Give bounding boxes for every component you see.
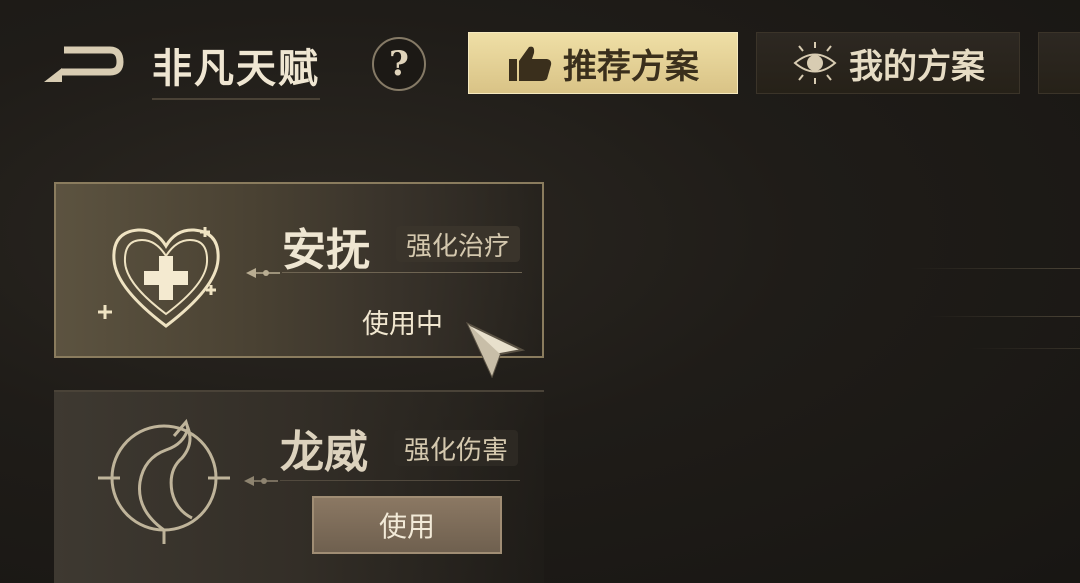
talent-name: 龙威 (280, 427, 368, 478)
divider (282, 272, 522, 273)
dragon-icon (98, 418, 230, 544)
cursor-icon (465, 321, 526, 378)
talent-name: 安抚 (282, 225, 370, 276)
back-button[interactable] (40, 38, 126, 86)
tab-my-plans[interactable]: 我的方案 (756, 32, 1020, 94)
tab-my-plans-label: 我的方案 (849, 46, 985, 87)
help-icon[interactable]: ? (372, 37, 426, 91)
background-streak (930, 316, 1080, 317)
talent-card-dragon-might[interactable]: 龙威 强化伤害 使用 (54, 390, 544, 583)
background-streak (910, 268, 1080, 269)
page-title: 非凡天赋 (152, 36, 320, 100)
tab-partial[interactable] (1038, 32, 1080, 94)
tab-recommended[interactable]: 推荐方案 (468, 32, 738, 94)
heart-cross-icon (98, 227, 220, 328)
talent-tag: 强化伤害 (394, 430, 519, 466)
use-button[interactable]: 使用 (312, 496, 502, 554)
background-streak (970, 348, 1080, 349)
divider (280, 480, 520, 481)
arrow-left-icon (246, 268, 280, 278)
arrow-left-icon (244, 476, 278, 486)
talent-tag: 强化治疗 (396, 226, 521, 262)
eye-emblem-icon (793, 42, 837, 84)
tab-recommended-label: 推荐方案 (563, 46, 699, 87)
status-in-use: 使用中 (362, 309, 443, 340)
thumbs-up-icon (509, 46, 552, 81)
